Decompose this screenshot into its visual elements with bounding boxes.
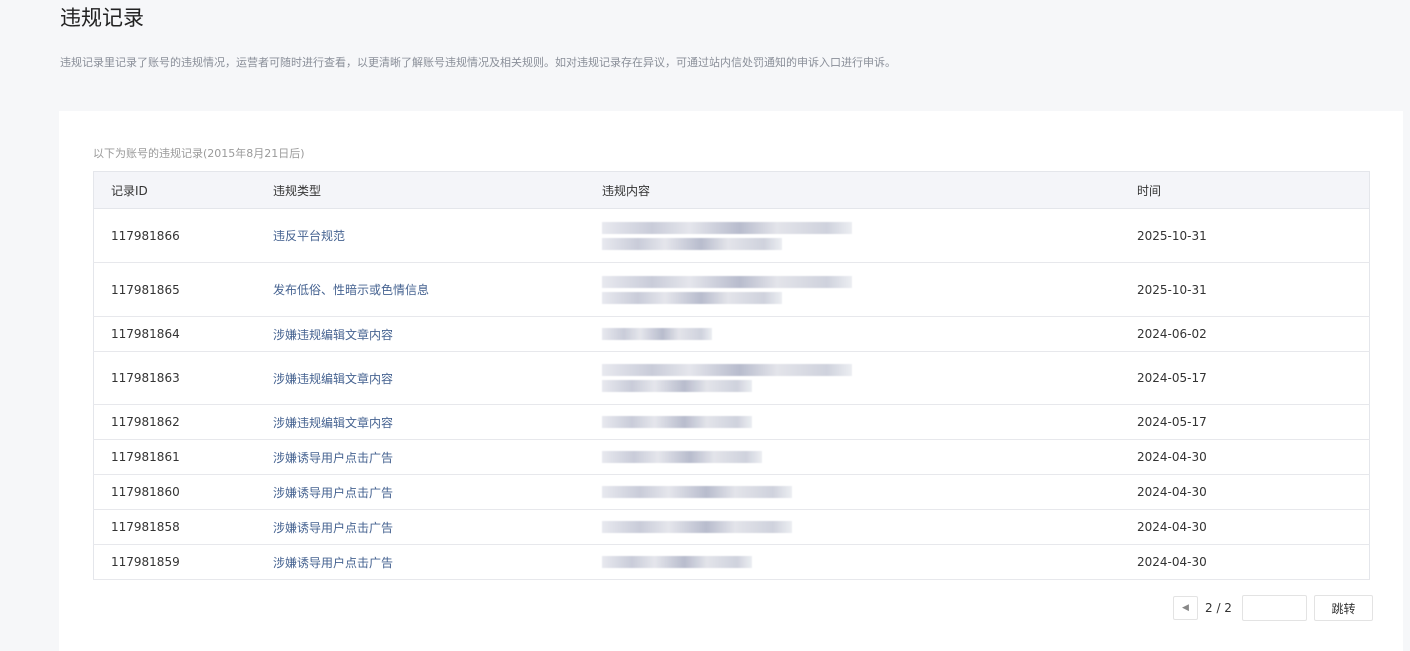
record-time: 2024-04-30 (1136, 474, 1370, 510)
violation-content (601, 208, 1136, 263)
table-row: 117981859 涉嫌诱导用户点击广告 2024-04-30 (93, 544, 1370, 580)
record-time: 2024-04-30 (1136, 509, 1370, 545)
table-row: 117981862 涉嫌违规编辑文章内容 2024-05-17 (93, 404, 1370, 440)
redacted-text (602, 291, 782, 304)
page-jump-input[interactable] (1241, 595, 1307, 621)
violation-type: 涉嫌诱导用户点击广告 (272, 439, 601, 475)
table-row: 117981864 涉嫌违规编辑文章内容 2024-06-02 (93, 316, 1370, 352)
redacted-text (602, 364, 852, 376)
violation-type: 涉嫌诱导用户点击广告 (272, 544, 601, 580)
record-time: 2024-04-30 (1136, 439, 1370, 475)
table-row: 117981861 涉嫌诱导用户点击广告 2024-04-30 (93, 439, 1370, 475)
violation-content (601, 262, 1136, 317)
col-time: 时间 (1136, 171, 1370, 209)
violation-content (601, 316, 1136, 352)
redacted-text (602, 380, 752, 392)
violation-content (601, 351, 1136, 405)
table-row: 117981860 涉嫌诱导用户点击广告 2024-04-30 (93, 474, 1370, 510)
redacted-text (602, 275, 852, 288)
page-title: 违规记录 (60, 6, 144, 30)
violation-content (601, 509, 1136, 545)
violation-content (601, 439, 1136, 475)
record-time: 2025-10-31 (1136, 262, 1370, 317)
redacted-text (602, 328, 712, 340)
caret-left-icon: ◀ (1182, 603, 1189, 613)
violation-content (601, 474, 1136, 510)
record-time: 2025-10-31 (1136, 208, 1370, 263)
page-description: 违规记录里记录了账号的违规情况，运营者可随时进行查看，以更清晰了解账号违规情况及… (60, 56, 896, 69)
redacted-text (602, 237, 782, 250)
redacted-text (602, 416, 752, 428)
redacted-text (602, 451, 762, 463)
page-indicator: 2 / 2 (1205, 601, 1232, 615)
record-id: 117981861 (93, 439, 272, 475)
violation-type: 涉嫌违规编辑文章内容 (272, 351, 601, 405)
pagination: ◀ 2 / 2 跳转 (1173, 595, 1373, 621)
record-id: 117981859 (93, 544, 272, 580)
violation-type: 涉嫌诱导用户点击广告 (272, 474, 601, 510)
table-row: 117981865 发布低俗、性暗示或色情信息 2025-10-31 (93, 262, 1370, 317)
violation-type: 涉嫌违规编辑文章内容 (272, 404, 601, 440)
col-type: 违规类型 (272, 171, 601, 209)
violation-content (601, 544, 1136, 580)
table-row: 117981866 违反平台规范 2025-10-31 (93, 208, 1370, 263)
record-time: 2024-05-17 (1136, 404, 1370, 440)
violation-type: 涉嫌诱导用户点击广告 (272, 509, 601, 545)
redacted-text (602, 221, 852, 234)
col-content: 违规内容 (601, 171, 1136, 209)
redacted-text (602, 486, 792, 498)
records-card: 以下为账号的违规记录(2015年8月21日后) 记录ID 违规类型 违规内容 时… (59, 111, 1403, 651)
record-id: 117981864 (93, 316, 272, 352)
violation-type: 发布低俗、性暗示或色情信息 (272, 262, 601, 317)
record-time: 2024-05-17 (1136, 351, 1370, 405)
record-id: 117981860 (93, 474, 272, 510)
jump-button[interactable]: 跳转 (1313, 595, 1373, 621)
col-id: 记录ID (93, 171, 272, 209)
violation-content (601, 404, 1136, 440)
table-caption: 以下为账号的违规记录(2015年8月21日后) (93, 147, 305, 160)
record-id: 117981858 (93, 509, 272, 545)
table-row: 117981858 涉嫌诱导用户点击广告 2024-04-30 (93, 509, 1370, 545)
prev-page-button[interactable]: ◀ (1173, 596, 1198, 620)
violation-table: 记录ID 违规类型 违规内容 时间 117981866 违反平台规范 2025-… (93, 171, 1370, 580)
table-row: 117981863 涉嫌违规编辑文章内容 2024-05-17 (93, 351, 1370, 405)
violation-type: 违反平台规范 (272, 208, 601, 263)
record-id: 117981865 (93, 262, 272, 317)
record-id: 117981862 (93, 404, 272, 440)
record-time: 2024-04-30 (1136, 544, 1370, 580)
record-id: 117981863 (93, 351, 272, 405)
redacted-text (602, 556, 752, 568)
violation-type: 涉嫌违规编辑文章内容 (272, 316, 601, 352)
record-id: 117981866 (93, 208, 272, 263)
record-time: 2024-06-02 (1136, 316, 1370, 352)
redacted-text (602, 521, 792, 533)
